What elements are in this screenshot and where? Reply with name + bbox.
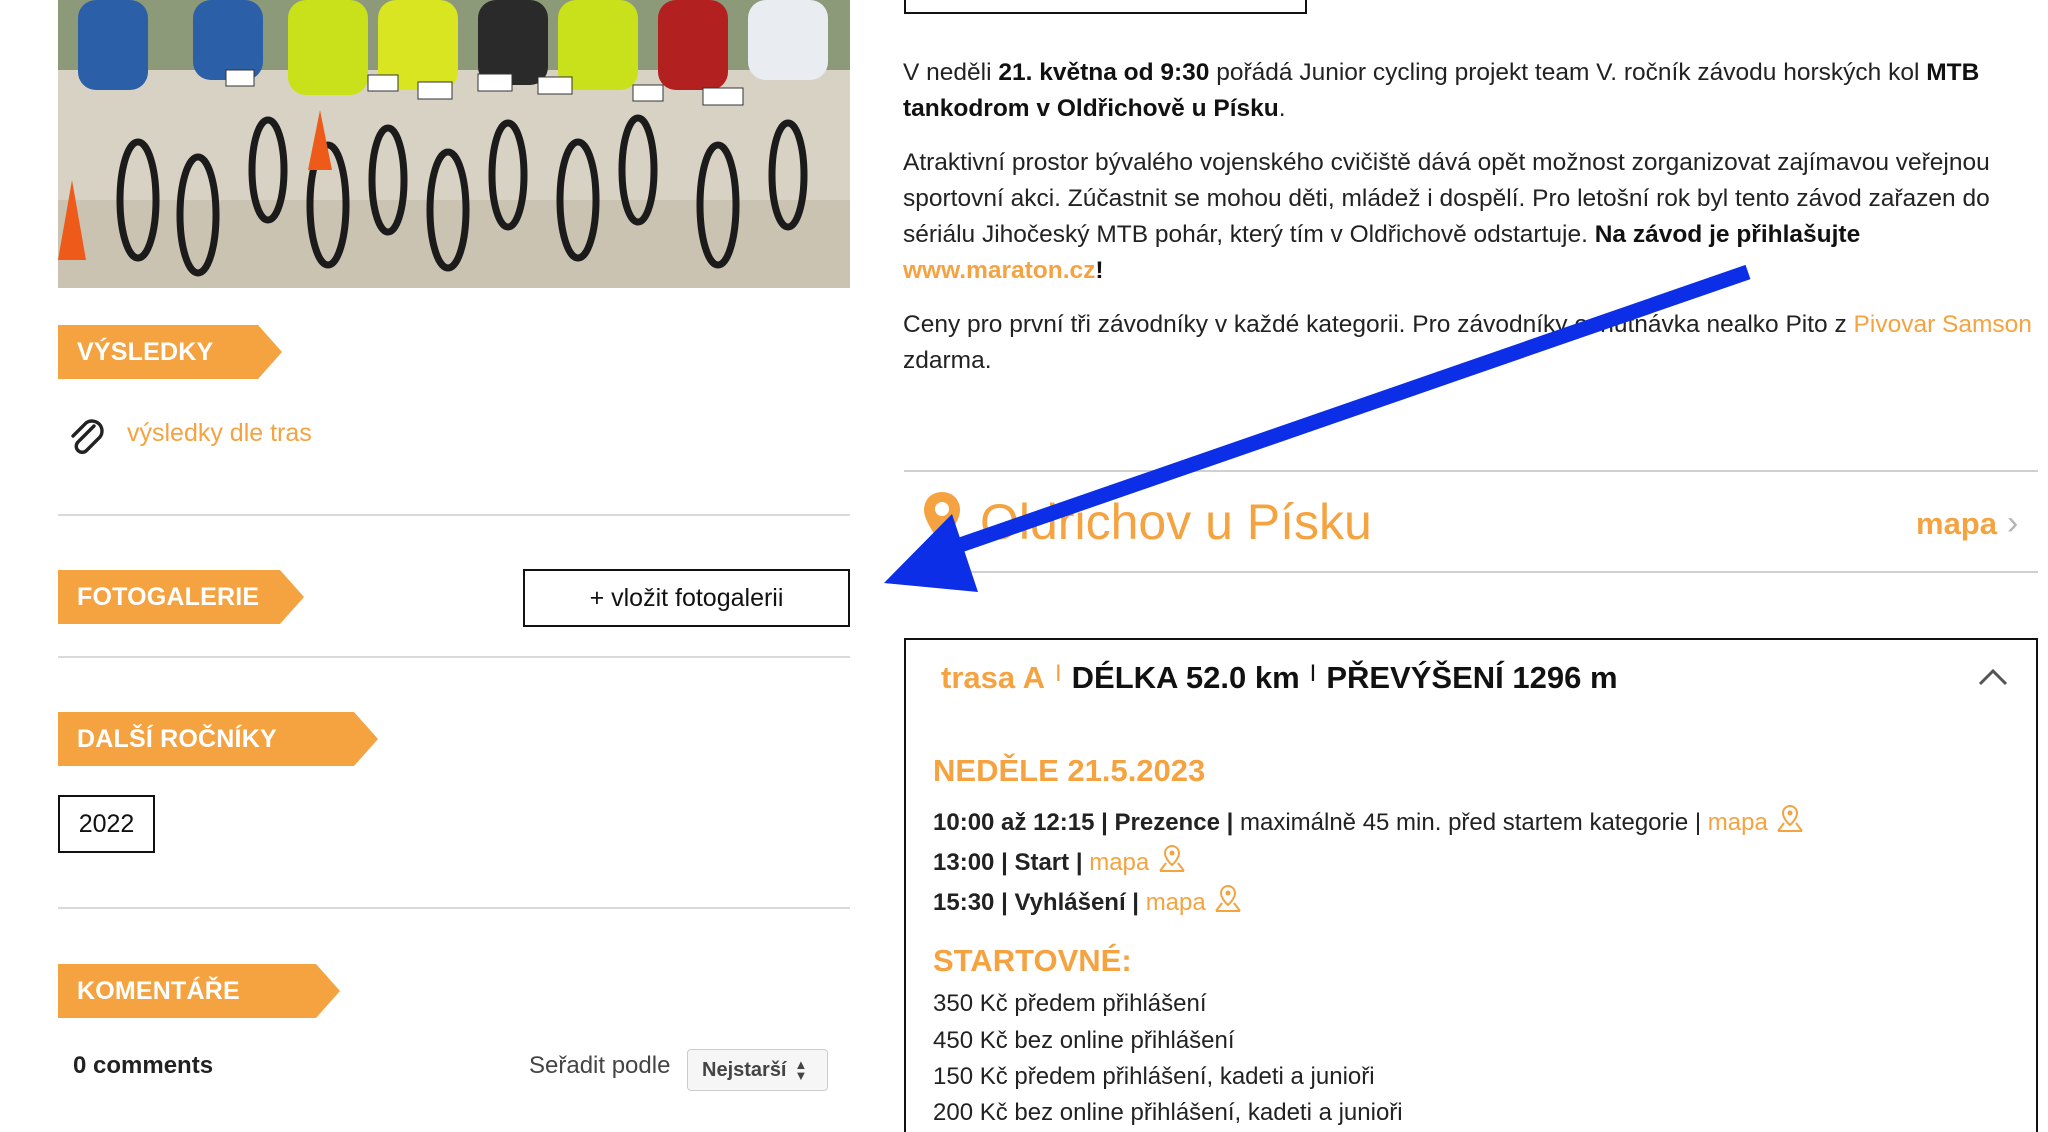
schedule-map-link[interactable]: mapa	[1146, 889, 1206, 916]
location-map-label: mapa	[1916, 505, 1997, 541]
year-link-2022[interactable]: 2022	[58, 795, 155, 853]
route-elevation: PŘEVÝŠENÍ 1296 m	[1326, 660, 1618, 695]
map-pin-icon	[922, 490, 962, 546]
route-header[interactable]: trasa A I DÉLKA 52.0 km I PŘEVÝŠENÍ 1296…	[941, 660, 1618, 696]
map-marker-icon	[1774, 804, 1806, 836]
date-heading: NEDĚLE 21.5.2023	[933, 753, 1206, 788]
schedule-row: 13:00 | Start | mapa	[933, 844, 1188, 877]
map-marker-icon	[1212, 884, 1244, 916]
comments-count: 0 comments	[73, 1052, 214, 1079]
schedule-row: 15:30 | Vyhlášení | mapa	[933, 884, 1244, 917]
separator: I	[1054, 660, 1062, 687]
chevron-up-icon[interactable]	[1976, 664, 2010, 688]
fee-item: 450 Kč bez online přihlášení	[933, 1027, 1235, 1054]
route-name: trasa A	[941, 660, 1045, 695]
intro-paragraph-1: V neděli 21. května od 9:30 pořádá Junio…	[903, 59, 1980, 122]
divider	[58, 907, 850, 909]
add-gallery-button[interactable]: + vložit fotogalerii	[523, 569, 850, 627]
separator: I	[1309, 660, 1317, 687]
brewery-link[interactable]: Pivovar Samson	[1854, 311, 2032, 338]
sort-select-value: Nejstarší	[702, 1058, 787, 1081]
years-heading: DALŠÍ ROČNÍKY	[58, 712, 378, 766]
location-map-link[interactable]: mapa ›	[1916, 504, 2018, 543]
divider	[58, 656, 850, 658]
schedule-map-link[interactable]: mapa	[1089, 849, 1149, 876]
divider	[58, 514, 850, 516]
race-start-photo	[58, 0, 850, 288]
divider	[904, 470, 2038, 472]
schedule-row: 10:00 až 12:15 | Prezence | maximálně 45…	[933, 804, 1806, 837]
route-length: DÉLKA 52.0 km	[1071, 660, 1300, 695]
maraton-link[interactable]: www.maraton.cz	[903, 257, 1095, 284]
intro-paragraph-2: Atraktivní prostor bývalého vojenského c…	[903, 149, 1990, 284]
fees-heading: STARTOVNÉ:	[933, 943, 1132, 978]
sort-label: Seřadit podle	[529, 1052, 671, 1079]
updown-icon: ▲ ▼	[794, 1057, 808, 1083]
results-link[interactable]: výsledky dle tras	[127, 419, 312, 448]
fee-item: 350 Kč předem přihlášení	[933, 990, 1207, 1017]
comments-heading: KOMENTÁŘE	[58, 964, 340, 1018]
paperclip-icon	[64, 414, 108, 458]
intro-paragraph-3: Ceny pro první tři závodníky v každé kat…	[903, 311, 2032, 374]
map-marker-icon	[1156, 844, 1188, 876]
gallery-heading: FOTOGALERIE	[58, 570, 304, 624]
results-heading: VÝSLEDKY	[58, 325, 282, 379]
chevron-right-icon: ›	[2006, 504, 2019, 542]
divider	[904, 571, 2038, 573]
fee-item: 200 Kč bez online přihlášení, kadeti a j…	[933, 1099, 1403, 1126]
location-name: Oldřichov u Písku	[980, 494, 1372, 550]
fee-item: 150 Kč předem přihlášení, kadeti a junio…	[933, 1063, 1375, 1090]
schedule-map-link[interactable]: mapa	[1708, 809, 1768, 836]
sort-select[interactable]: Nejstarší ▲ ▼	[687, 1049, 828, 1091]
top-box-edge	[904, 0, 1307, 14]
